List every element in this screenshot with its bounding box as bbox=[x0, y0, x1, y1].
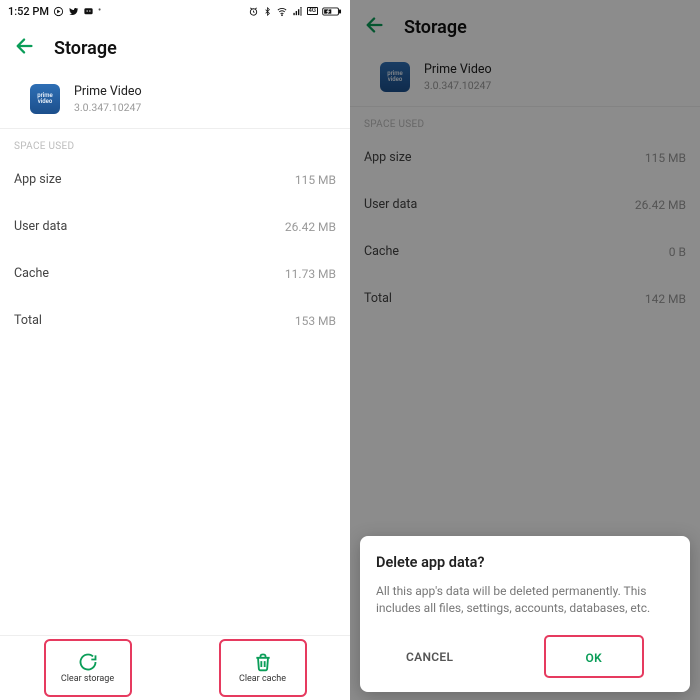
clear-storage-icon bbox=[78, 652, 98, 672]
row-value: 153 MB bbox=[295, 314, 336, 328]
row-label: App size bbox=[14, 172, 62, 187]
battery-icon bbox=[322, 6, 342, 17]
twitter-icon bbox=[68, 6, 79, 17]
cancel-button[interactable]: CANCEL bbox=[406, 650, 453, 664]
clear-cache-label: Clear cache bbox=[239, 674, 286, 684]
app-version: 3.0.347.10247 bbox=[74, 101, 142, 114]
delete-data-dialog: Delete app data? All this app's data wil… bbox=[360, 536, 690, 692]
clear-storage-label: Clear storage bbox=[61, 674, 114, 684]
screen-header: Storage bbox=[0, 22, 350, 74]
row-value: 115 MB bbox=[295, 173, 336, 187]
more-notif-dot: • bbox=[98, 6, 101, 16]
wifi-icon bbox=[276, 6, 288, 17]
section-space-used: SPACE USED bbox=[0, 128, 350, 156]
clear-storage-button[interactable]: Clear storage bbox=[49, 645, 127, 691]
row-user-data[interactable]: User data 26.42 MB bbox=[0, 203, 350, 250]
app-name: Prime Video bbox=[74, 84, 142, 99]
dialog-title: Delete app data? bbox=[376, 554, 674, 571]
discord-icon bbox=[83, 6, 94, 17]
back-icon[interactable] bbox=[14, 35, 36, 61]
dialog-message: All this app's data will be deleted perm… bbox=[376, 583, 674, 617]
bottom-button-bar: Clear storage Clear cache bbox=[0, 635, 350, 700]
bluetooth-icon bbox=[263, 6, 272, 17]
app-icon: prime video bbox=[30, 84, 60, 114]
screenshot-right: Storage prime video Prime Video 3.0.347.… bbox=[350, 0, 700, 700]
row-label: User data bbox=[14, 219, 67, 234]
app-summary-row: prime video Prime Video 3.0.347.10247 bbox=[0, 74, 350, 128]
highlight-ok: OK bbox=[544, 635, 644, 678]
alarm-icon bbox=[248, 6, 259, 17]
row-cache[interactable]: Cache 11.73 MB bbox=[0, 250, 350, 297]
highlight-clear-cache: Clear cache bbox=[219, 639, 307, 697]
signal-icon bbox=[292, 6, 303, 17]
clear-cache-button[interactable]: Clear cache bbox=[224, 645, 302, 691]
row-label: Total bbox=[14, 313, 42, 328]
ok-button[interactable]: OK bbox=[586, 651, 602, 665]
notif-icon bbox=[53, 6, 64, 17]
volte-icon: 4G bbox=[307, 7, 319, 15]
status-bar: 1:52 PM • 4G bbox=[0, 0, 350, 22]
row-total: Total 153 MB bbox=[0, 297, 350, 344]
row-value: 11.73 MB bbox=[285, 267, 336, 281]
page-title: Storage bbox=[54, 38, 117, 59]
screenshot-left: 1:52 PM • 4G bbox=[0, 0, 350, 700]
highlight-clear-storage: Clear storage bbox=[44, 639, 132, 697]
row-value: 26.42 MB bbox=[285, 220, 336, 234]
row-label: Cache bbox=[14, 266, 49, 281]
trash-icon bbox=[253, 652, 273, 672]
row-app-size[interactable]: App size 115 MB bbox=[0, 156, 350, 203]
status-time: 1:52 PM bbox=[8, 5, 49, 18]
